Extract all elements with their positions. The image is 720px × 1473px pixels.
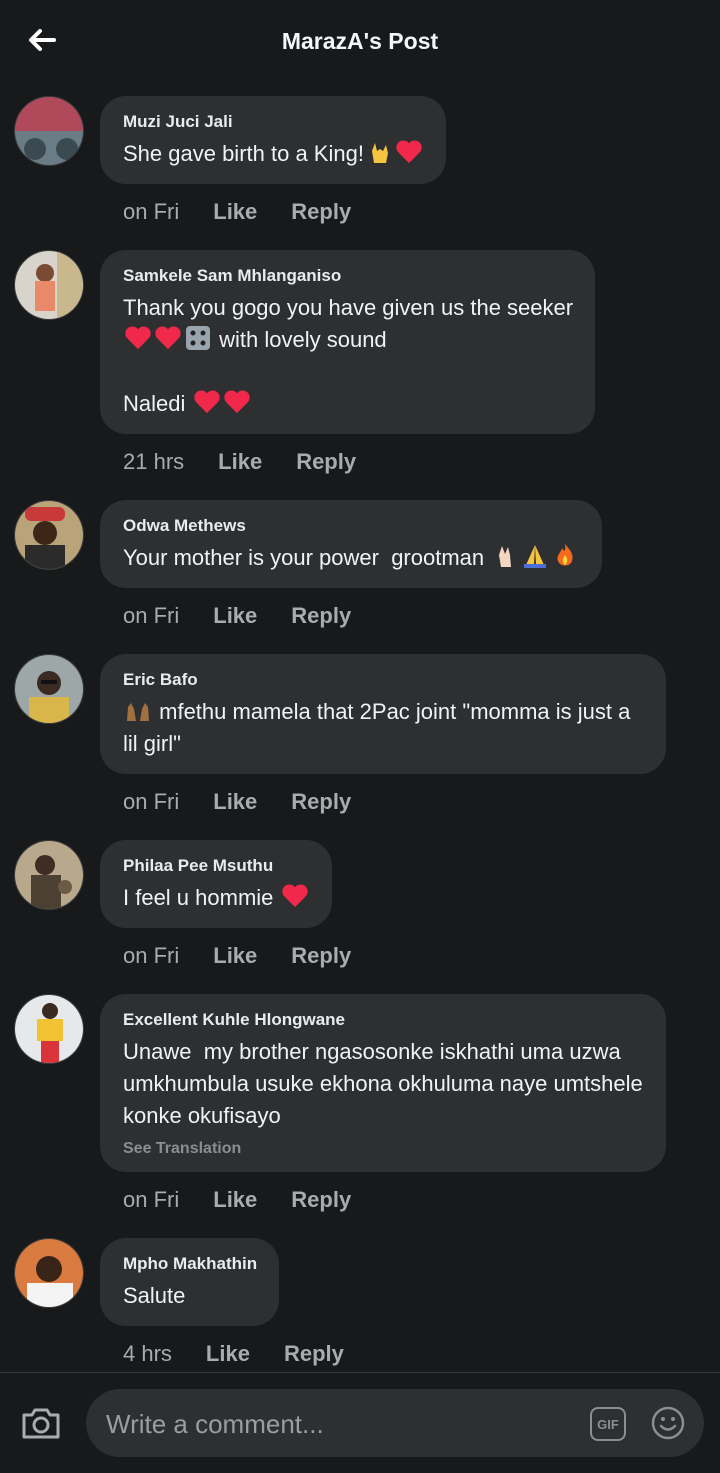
comment-time: on Fri	[123, 603, 180, 628]
reply-button[interactable]: Reply	[296, 449, 356, 475]
comment-item: Eric Bafo mfethu mamela that 2Pac joint …	[0, 654, 720, 820]
comment-text-content: Your mother is your power grootman	[123, 545, 485, 570]
like-button[interactable]: Like	[213, 943, 257, 969]
comment-bubble[interactable]: Muzi Juci Jali She gave birth to a King!	[100, 96, 446, 184]
camera-icon	[22, 1408, 60, 1439]
comment-bubble[interactable]: Mpho Makhathin Salute	[100, 1238, 280, 1326]
comment-author[interactable]: Philaa Pee Msuthu	[123, 856, 310, 876]
comment-item: Odwa Methews Your mother is your power g…	[0, 500, 720, 634]
comment-text: She gave birth to a King!	[123, 138, 424, 170]
avatar[interactable]	[14, 1238, 84, 1308]
comment-item: Philaa Pee Msuthu I feel u hommie on Fri…	[0, 840, 720, 974]
red-heart-emoji-icon	[154, 325, 182, 351]
avatar[interactable]	[14, 500, 84, 570]
comment-text: Your mother is your power grootman	[123, 542, 580, 574]
comment-text-line: Thank you gogo you have given us the see…	[123, 295, 574, 320]
comment-text: I feel u hommie	[123, 882, 310, 914]
like-button[interactable]: Like	[206, 1341, 250, 1367]
comment-list[interactable]: Muzi Juci Jali She gave birth to a King!…	[0, 96, 720, 1372]
folded-hands-emoji-icon	[524, 545, 547, 568]
comment-bubble[interactable]: Excellent Kuhle Hlongwane Unawe my broth…	[100, 994, 666, 1172]
comment-text-line: with lovely sound	[219, 327, 387, 352]
see-translation-link[interactable]: See Translation	[123, 1140, 644, 1158]
comment-text-content: mfethu mamela that 2Pac joint "momma is …	[123, 699, 637, 756]
comment-actions: 21 hrs Like Reply	[123, 444, 720, 480]
page-title: MarazA's Post	[281, 28, 439, 54]
reply-button[interactable]: Reply	[291, 943, 351, 969]
comment-actions: on Fri Like Reply	[123, 938, 720, 974]
like-button[interactable]: Like	[213, 789, 257, 815]
avatar[interactable]	[14, 994, 84, 1064]
comment-actions: on Fri Like Reply	[123, 194, 720, 230]
raising-hands-emoji-icon	[127, 703, 149, 721]
like-button[interactable]: Like	[218, 449, 262, 475]
comment-time: 4 hrs	[123, 1341, 172, 1366]
comment-text-content: She gave birth to a King!	[123, 141, 364, 166]
avatar[interactable]	[14, 250, 84, 320]
reply-button[interactable]: Reply	[284, 1341, 344, 1367]
comment-actions: 4 hrs Like Reply	[123, 1336, 720, 1372]
comment-item: Excellent Kuhle Hlongwane Unawe my broth…	[0, 994, 720, 1218]
red-heart-emoji-icon	[395, 139, 423, 165]
comment-author[interactable]: Samkele Sam Mhlanganiso	[123, 266, 573, 286]
comment-text: mfethu mamela that 2Pac joint "momma is …	[123, 696, 644, 760]
camera-button[interactable]	[20, 1403, 62, 1443]
avatar[interactable]	[14, 96, 84, 166]
comment-bubble[interactable]: Odwa Methews Your mother is your power g…	[100, 500, 603, 588]
comment-author[interactable]: Mpho Makhathin	[123, 1254, 257, 1274]
comment-actions: on Fri Like Reply	[123, 1182, 720, 1218]
reply-button[interactable]: Reply	[291, 789, 351, 815]
like-button[interactable]: Like	[213, 199, 257, 225]
comment-actions: on Fri Like Reply	[123, 784, 720, 820]
comment-author[interactable]: Eric Bafo	[123, 670, 644, 690]
comment-time: 21 hrs	[123, 449, 185, 474]
comment-item: Mpho Makhathin Salute 4 hrs Like Reply	[0, 1238, 720, 1372]
crossed-fingers-emoji-icon	[499, 546, 512, 567]
love-you-gesture-emoji-icon	[371, 143, 388, 163]
smiley-icon	[651, 1406, 685, 1440]
avatar[interactable]	[14, 654, 84, 724]
dice-emoji-icon	[186, 326, 210, 350]
comment-author[interactable]: Excellent Kuhle Hlongwane	[123, 1010, 644, 1030]
comment-text-line: Naledi	[123, 391, 186, 416]
comment-text: Unawe my brother ngasosonke iskhathi uma…	[123, 1039, 649, 1128]
comment-input-box[interactable]: GIF	[86, 1389, 704, 1457]
comment-bubble[interactable]: Philaa Pee Msuthu I feel u hommie	[100, 840, 332, 928]
comment-composer: GIF	[0, 1372, 720, 1473]
comment-author[interactable]: Muzi Juci Jali	[123, 112, 424, 132]
comment-text-content: I feel u hommie	[123, 885, 274, 910]
red-heart-emoji-icon	[223, 389, 251, 415]
comment-bubble[interactable]: Eric Bafo mfethu mamela that 2Pac joint …	[100, 654, 666, 774]
reply-button[interactable]: Reply	[291, 199, 351, 225]
like-button[interactable]: Like	[213, 1187, 257, 1213]
avatar[interactable]	[14, 840, 84, 910]
red-heart-emoji-icon	[124, 325, 152, 351]
red-heart-emoji-icon	[281, 883, 309, 909]
reply-button[interactable]: Reply	[291, 1187, 351, 1213]
comment-item: Muzi Juci Jali She gave birth to a King!…	[0, 96, 720, 230]
fire-emoji-icon	[557, 544, 573, 566]
emoji-button[interactable]	[650, 1405, 686, 1441]
top-bar: MarazA's Post	[0, 0, 720, 84]
comment-time: on Fri	[123, 1187, 180, 1212]
comment-author[interactable]: Odwa Methews	[123, 516, 580, 536]
red-heart-emoji-icon	[193, 389, 221, 415]
comment-text: Salute	[123, 1283, 186, 1308]
comment-time: on Fri	[123, 943, 180, 968]
comment-item: Samkele Sam Mhlanganiso Thank you gogo y…	[0, 250, 720, 480]
comment-time: on Fri	[123, 789, 180, 814]
comment-actions: on Fri Like Reply	[123, 598, 720, 634]
gif-button[interactable]: GIF	[590, 1407, 626, 1441]
like-button[interactable]: Like	[213, 603, 257, 629]
comment-input[interactable]	[104, 1403, 568, 1445]
reply-button[interactable]: Reply	[291, 603, 351, 629]
comment-text: Thank you gogo you have given us the see…	[123, 292, 573, 420]
comment-bubble[interactable]: Samkele Sam Mhlanganiso Thank you gogo y…	[100, 250, 596, 434]
comment-time: on Fri	[123, 199, 180, 224]
